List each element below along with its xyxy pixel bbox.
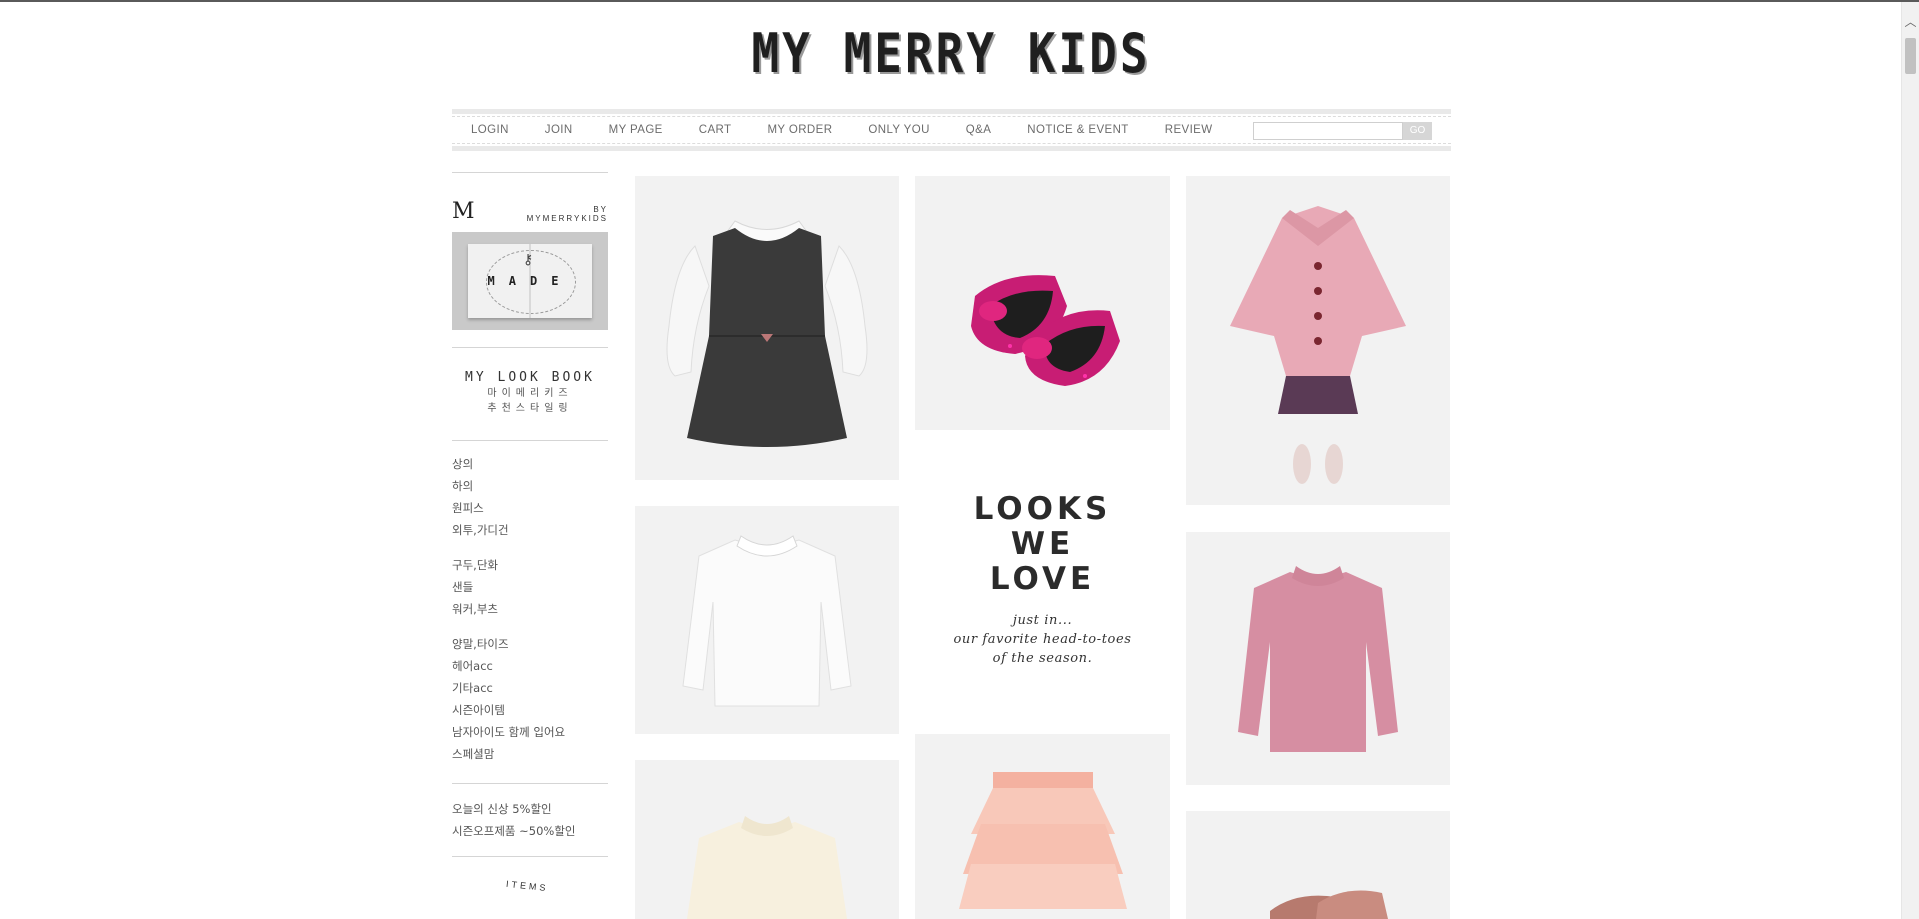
looks-we-love-feature: LOOKS WE LOVE just in... our favorite he… — [915, 492, 1170, 668]
category-link[interactable]: 남자아이도 함께 입어요 — [452, 721, 608, 743]
search-go-button[interactable]: GO — [1403, 122, 1432, 140]
product-card-pink-shoes[interactable] — [1186, 811, 1450, 919]
category-link[interactable]: 헤어acc — [452, 655, 608, 677]
search-input[interactable] — [1253, 122, 1403, 140]
nav-my-order[interactable]: MY ORDER — [767, 124, 832, 136]
window-top-border — [0, 0, 1919, 2]
category-link[interactable]: 시즌아이템 — [452, 699, 608, 721]
category-link[interactable]: 양말,타이즈 — [452, 633, 608, 655]
category-link[interactable]: 원피스 — [452, 497, 608, 519]
nav-login[interactable]: LOGIN — [471, 124, 509, 136]
category-link[interactable]: 외투,가디건 — [452, 519, 608, 541]
lookbook-link[interactable]: MY LOOK BOOK 마이메리키즈 추천스타일링 — [452, 348, 608, 440]
by-brand-text: BY MYMERRYKIDS — [526, 205, 608, 223]
chevron-up-icon[interactable]: ︿ — [1902, 14, 1919, 31]
main-nav: LOGIN JOIN MY PAGE CART MY ORDER ONLY YO… — [452, 109, 1451, 151]
category-link[interactable]: 하의 — [452, 475, 608, 497]
feature-title-line: LOOKS — [973, 491, 1112, 527]
brand-mark: M — [452, 199, 475, 224]
items-arc-text: ITEMS — [505, 878, 549, 894]
promo-link[interactable]: 시즌오프제품 ~50%할인 — [452, 820, 608, 842]
product-card-white-ruffle-top[interactable] — [635, 506, 899, 734]
nav-notice-event[interactable]: NOTICE & EVENT — [1027, 124, 1128, 136]
feature-title-line: LOVE — [989, 561, 1096, 597]
page-scrollbar[interactable]: ︿ — [1901, 2, 1919, 919]
nav-join[interactable]: JOIN — [545, 124, 573, 136]
feature-subtitle: just in... our favorite head-to-toes of … — [953, 613, 1132, 666]
nav-my-page[interactable]: MY PAGE — [609, 124, 663, 136]
product-image — [971, 275, 1120, 386]
category-link[interactable]: 상의 — [452, 453, 608, 475]
items-banner[interactable]: ITEMS — [452, 857, 608, 897]
category-link[interactable]: 스페셜맘 — [452, 743, 608, 765]
product-image — [687, 816, 847, 919]
nav-review[interactable]: REVIEW — [1165, 124, 1213, 136]
product-card-peach-tutu-skirt[interactable] — [915, 734, 1170, 919]
scrollbar-thumb[interactable] — [1905, 38, 1916, 74]
made-by-image[interactable]: ⚷ MADE — [452, 232, 608, 330]
product-card-cream-top[interactable] — [635, 760, 899, 919]
product-card-pink-glitter-shoes[interactable] — [915, 176, 1170, 430]
key-icon: ⚷ — [523, 252, 534, 268]
sidebar: M BY MYMERRYKIDS ⚷ MADE MY LOOK BOOK 마이메… — [452, 172, 608, 897]
product-image — [959, 772, 1127, 909]
category-link[interactable]: 워커,부츠 — [452, 598, 608, 620]
product-image — [1270, 890, 1388, 919]
product-image — [682, 535, 852, 707]
lookbook-ko-line1: 마이메리키즈 — [487, 388, 573, 399]
product-card-pink-cape-coat[interactable] — [1186, 176, 1450, 505]
lookbook-title: MY LOOK BOOK — [465, 370, 595, 385]
nav-items: LOGIN JOIN MY PAGE CART MY ORDER ONLY YO… — [471, 114, 1249, 146]
category-link[interactable]: 샌들 — [452, 576, 608, 598]
feature-title-line: WE — [1010, 526, 1075, 562]
product-card-dark-pinafore-dress[interactable] — [635, 176, 899, 480]
nav-cart[interactable]: CART — [699, 124, 732, 136]
product-image — [1230, 206, 1406, 484]
promo-link[interactable]: 오늘의 신상 5%할인 — [452, 798, 608, 820]
made-by-banner[interactable]: M BY MYMERRYKIDS ⚷ MADE — [452, 173, 608, 347]
promo-list: 오늘의 신상 5%할인 시즌오프제품 ~50%할인 — [452, 784, 608, 856]
nav-only-you[interactable]: ONLY YOU — [868, 124, 929, 136]
nav-qna[interactable]: Q&A — [966, 124, 992, 136]
book-image: ⚷ MADE — [468, 244, 592, 318]
category-link[interactable]: 구두,단화 — [452, 554, 608, 576]
lookbook-ko-line2: 추천스타일링 — [487, 403, 573, 414]
product-image — [666, 220, 868, 447]
site-logo[interactable]: MY MERRY KIDS — [0, 21, 1902, 85]
category-link[interactable]: 기타acc — [452, 677, 608, 699]
product-image — [1238, 566, 1398, 752]
category-list: 상의 하의 원피스 외투,가디건 구두,단화 샌들 워커,부츠 양말,타이즈 헤… — [452, 441, 608, 765]
product-card-pink-knit-top[interactable] — [1186, 532, 1450, 785]
made-image-text: MADE — [487, 274, 573, 288]
